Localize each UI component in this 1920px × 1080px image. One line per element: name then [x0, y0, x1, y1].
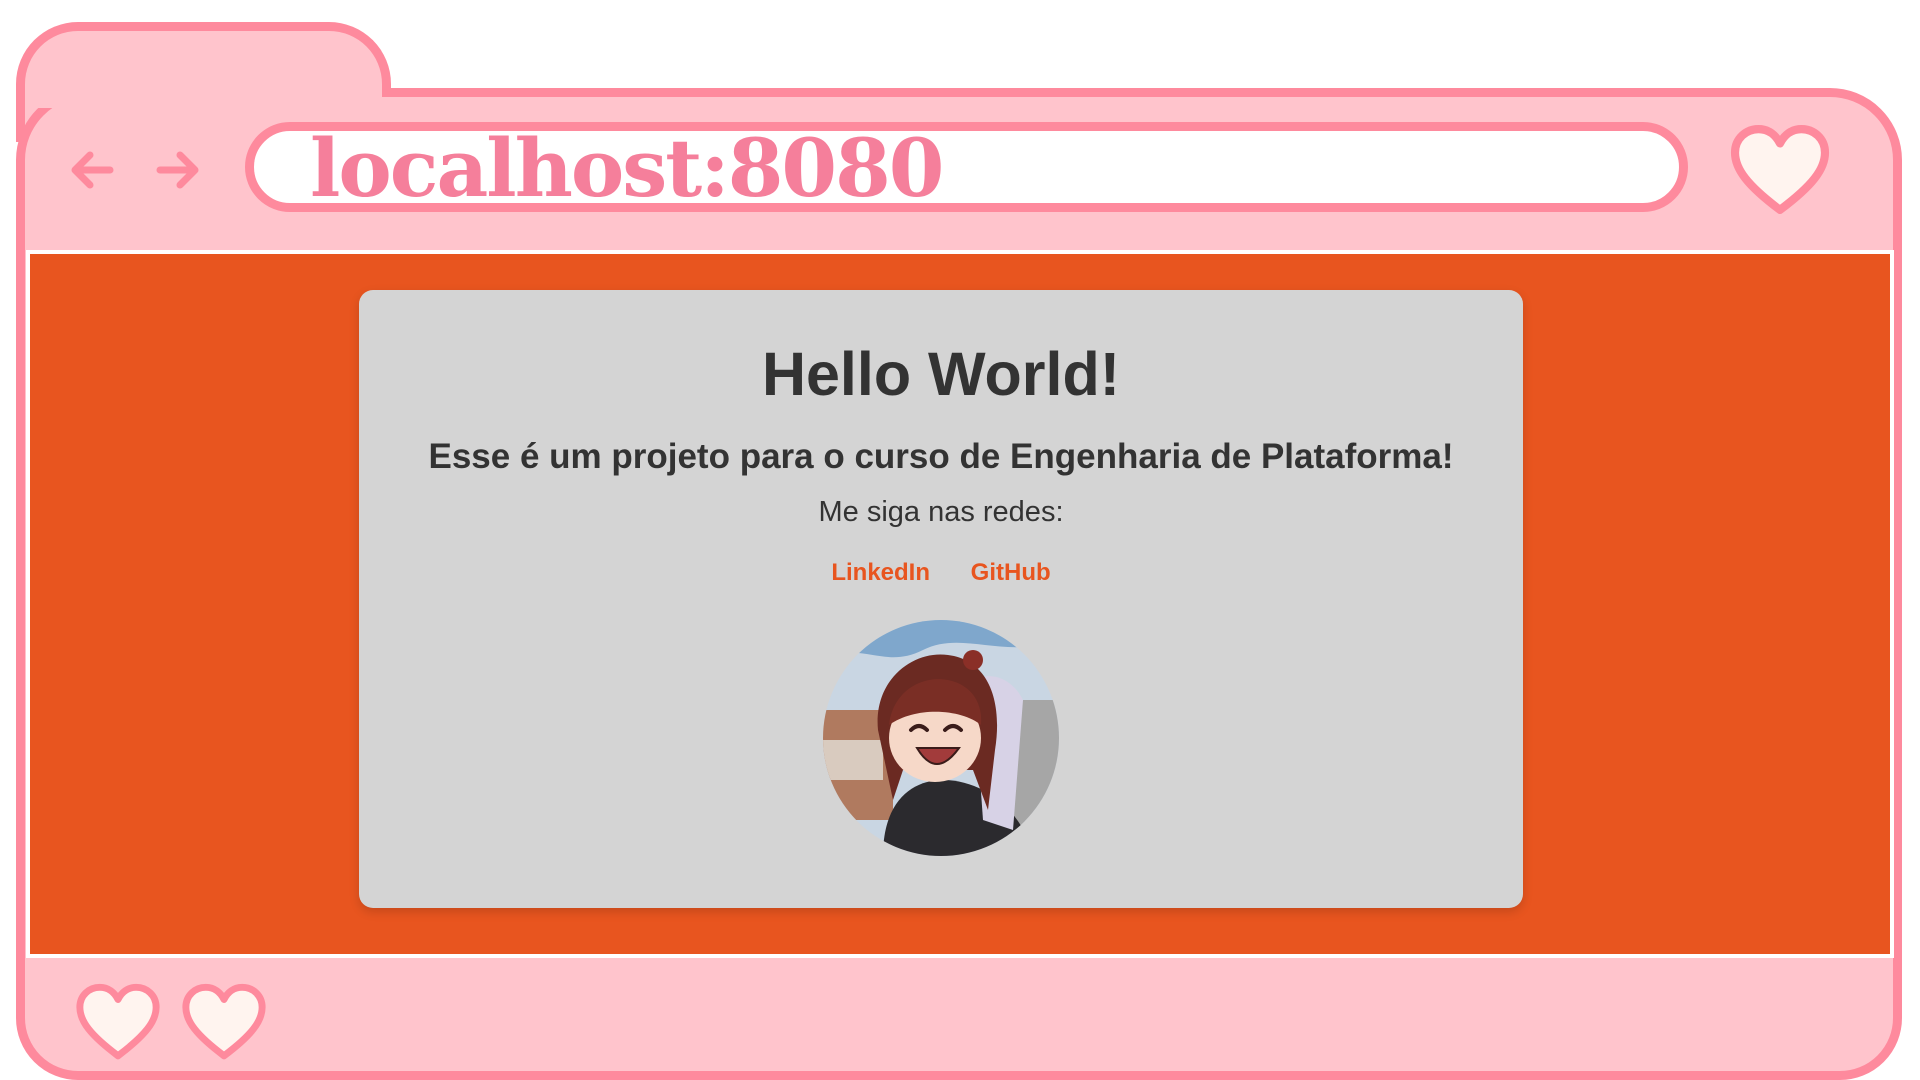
page-background: Hello World! Esse é um projeto para o cu… [30, 254, 1890, 954]
page-viewport: Hello World! Esse é um projeto para o cu… [26, 250, 1894, 958]
social-text: Me siga nas redes: [818, 496, 1064, 528]
avatar-image [823, 620, 1059, 856]
page-subtitle: Esse é um projeto para o curso de Engenh… [428, 437, 1454, 476]
github-link[interactable]: GitHub [971, 559, 1051, 586]
social-links: LinkedIn GitHub [359, 558, 1523, 588]
heart-icon [182, 983, 266, 1060]
heart-icon[interactable] [1728, 124, 1832, 216]
forward-arrow-icon [156, 151, 199, 189]
avatar [823, 620, 1059, 856]
profile-card: Hello World! Esse é um projeto para o cu… [359, 290, 1523, 908]
linkedin-link[interactable]: LinkedIn [831, 559, 930, 586]
heart-icon [76, 983, 160, 1060]
browser-window: localhost:8080 Hello World! Esse é um pr… [0, 0, 1920, 1080]
url-text[interactable]: localhost:8080 [310, 118, 944, 218]
back-arrow-icon [71, 151, 114, 189]
page-title: Hello World! [761, 340, 1121, 408]
back-button[interactable] [62, 140, 122, 200]
forward-button[interactable] [148, 140, 208, 200]
